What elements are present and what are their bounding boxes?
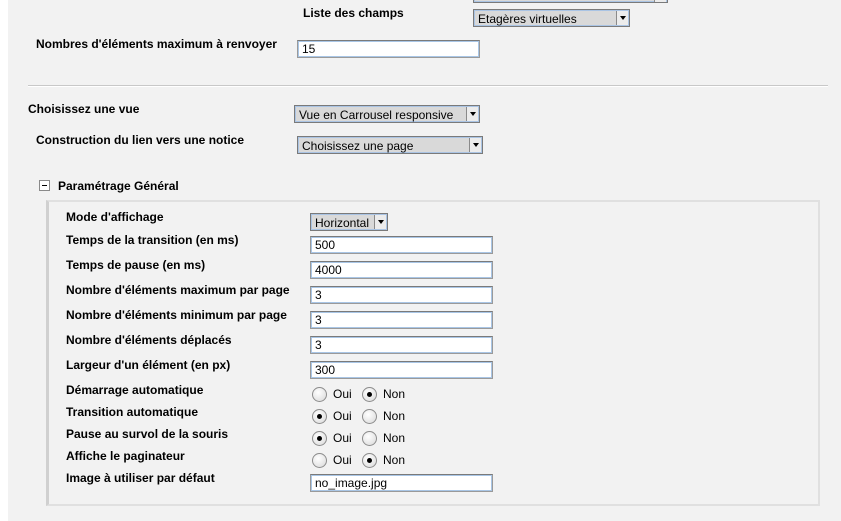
non-label: Non <box>383 431 406 445</box>
hover-pause-oui-radio[interactable] <box>312 431 327 446</box>
pager-non-radio[interactable] <box>362 453 377 468</box>
default-image-input[interactable] <box>310 474 493 492</box>
liste-champs-select[interactable]: Etagères virtuelles <box>473 9 630 27</box>
autostart-non-radio[interactable] <box>362 387 377 402</box>
chevron-down-icon <box>466 107 478 121</box>
field-label: Nombre d'éléments déplacés <box>66 333 232 347</box>
pause-time-input[interactable] <box>310 261 493 279</box>
image-label: Image à utiliser par défaut <box>66 471 215 485</box>
liste-champs-value: Etagères virtuelles <box>478 12 577 26</box>
autotransition-oui-radio[interactable] <box>312 409 327 424</box>
oui-label: Oui <box>333 387 352 401</box>
non-label: Non <box>383 409 406 423</box>
field-label: Nombre d'éléments minimum par page <box>66 308 287 322</box>
link-value: Choisissez une page <box>302 139 414 153</box>
field-label: Temps de la transition (en ms) <box>66 233 239 247</box>
field-label: Nombre d'éléments maximum par page <box>66 283 290 297</box>
link-select[interactable]: Choisissez une page <box>297 136 483 154</box>
radio-label: Démarrage automatique <box>66 383 204 397</box>
non-label: Non <box>383 453 406 467</box>
radio-label: Transition automatique <box>66 405 199 419</box>
view-value: Vue en Carrousel responsive <box>299 108 454 122</box>
radio-label: Affiche le paginateur <box>66 449 185 463</box>
pager-oui-radio[interactable] <box>312 453 327 468</box>
field-label: Largeur d'un élément (en px) <box>66 358 231 372</box>
collapse-icon[interactable] <box>39 180 50 191</box>
cut-off-select[interactable] <box>473 0 668 3</box>
oui-label: Oui <box>333 453 352 467</box>
radio-label: Pause au survol de la souris <box>66 427 229 441</box>
element-width-input[interactable] <box>310 361 493 379</box>
general-section-title: Paramétrage Général <box>58 179 179 193</box>
mode-value: Horizontal <box>315 216 370 230</box>
mode-label: Mode d'affichage <box>66 210 164 224</box>
oui-label: Oui <box>333 431 352 445</box>
max-per-page-input[interactable] <box>310 286 493 304</box>
min-per-page-input[interactable] <box>310 311 493 329</box>
chevron-down-icon <box>616 11 628 25</box>
non-label: Non <box>383 387 406 401</box>
mode-select[interactable]: Horizontal <box>310 213 388 231</box>
autotransition-non-radio[interactable] <box>362 409 377 424</box>
link-label: Construction du lien vers une notice <box>36 133 245 147</box>
chevron-down-icon <box>469 138 481 152</box>
max-elements-label: Nombres d'éléments maximum à renvoyer <box>36 37 277 51</box>
view-select[interactable]: Vue en Carrousel responsive <box>294 105 480 123</box>
hover-pause-non-radio[interactable] <box>362 431 377 446</box>
divider <box>28 85 828 87</box>
transition-time-input[interactable] <box>310 236 493 254</box>
oui-label: Oui <box>333 409 352 423</box>
moved-elements-input[interactable] <box>310 336 493 354</box>
chevron-down-icon <box>374 215 386 229</box>
autostart-oui-radio[interactable] <box>312 387 327 402</box>
field-label: Temps de pause (en ms) <box>66 258 206 272</box>
max-elements-input[interactable] <box>297 40 480 58</box>
view-label: Choisissez une vue <box>28 102 140 116</box>
liste-champs-label: Liste des champs <box>303 6 404 20</box>
